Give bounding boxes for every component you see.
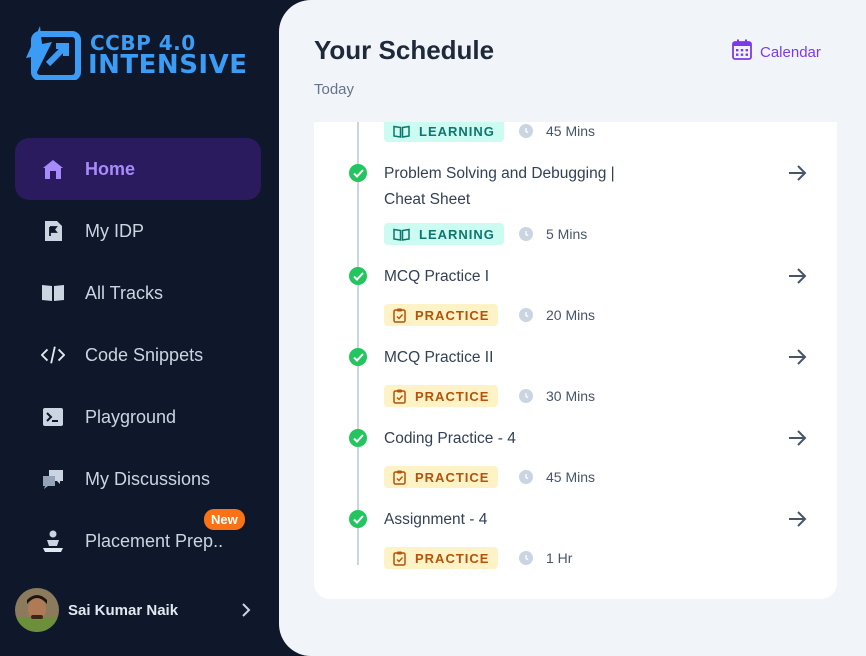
avatar xyxy=(15,588,59,632)
tag-label: PRACTICE xyxy=(415,388,490,404)
clock-icon xyxy=(519,124,533,138)
sidebar-item-home[interactable]: Home xyxy=(15,138,261,200)
tag-label: PRACTICE xyxy=(415,307,490,323)
tag-learning: LEARNING xyxy=(384,122,504,142)
clipboard-icon xyxy=(393,551,406,566)
page-subtitle: Today xyxy=(314,81,355,98)
check-circle-icon xyxy=(349,510,367,528)
clock-icon xyxy=(519,551,533,565)
sidebar-item-code-snippets[interactable]: Code Snippets xyxy=(15,324,261,386)
book-open-icon xyxy=(393,125,410,138)
book-open-icon xyxy=(41,281,65,305)
tag-practice: PRACTICE xyxy=(384,466,499,488)
duration: 5 Mins xyxy=(519,226,587,242)
tag-practice: PRACTICE xyxy=(384,304,499,326)
duration-label: 5 Mins xyxy=(546,226,588,242)
sidebar-item-playground[interactable]: Playground xyxy=(15,386,261,448)
clock-icon xyxy=(519,308,533,322)
duration: 45 Mins xyxy=(519,123,595,139)
tag-label: LEARNING xyxy=(419,226,495,242)
page-title: Your Schedule xyxy=(314,35,495,65)
clipboard-icon xyxy=(393,308,406,323)
user-name: Sai Kumar Naik xyxy=(68,601,179,619)
schedule-item-title[interactable]: MCQ Practice II xyxy=(384,345,644,371)
sidebar-nav: Home My IDP All Tracks Code Snippets Pla… xyxy=(15,138,261,572)
sidebar-item-label: My Discussions xyxy=(85,468,211,489)
clock-icon xyxy=(519,389,533,403)
schedule-item-title[interactable]: Assignment - 4 xyxy=(384,507,644,533)
tag-practice: PRACTICE xyxy=(384,547,499,569)
calendar-link[interactable]: Calendar xyxy=(731,39,821,66)
terminal-icon xyxy=(41,405,65,429)
chevron-right-icon[interactable] xyxy=(235,600,255,620)
duration-label: 30 Mins xyxy=(546,388,596,404)
flag-document-icon xyxy=(41,219,65,243)
arrow-right-icon[interactable] xyxy=(786,508,808,530)
arrow-right-icon[interactable] xyxy=(786,162,808,184)
duration-label: 1 Hr xyxy=(546,550,573,566)
calendar-icon xyxy=(731,39,753,66)
sidebar-item-my-discussions[interactable]: My Discussions xyxy=(15,448,261,510)
tag-practice: PRACTICE xyxy=(384,385,499,407)
chat-icon xyxy=(41,467,65,491)
arrow-right-icon[interactable] xyxy=(786,427,808,449)
sidebar-item-label: All Tracks xyxy=(85,282,164,303)
duration-label: 45 Mins xyxy=(546,123,596,139)
check-circle-icon xyxy=(349,348,367,366)
sidebar-item-label: Home xyxy=(85,158,136,179)
new-badge: New xyxy=(204,509,245,530)
clock-icon xyxy=(519,470,533,484)
sidebar: CCBP 4.0 INTENSIVE Home My IDP All Track… xyxy=(0,0,300,656)
user-profile[interactable]: Sai Kumar Naik xyxy=(15,587,261,633)
schedule-card: LEARNING 45 Mins Problem Solving and Deb… xyxy=(314,122,837,599)
arrow-right-icon[interactable] xyxy=(786,265,808,287)
duration-label: 45 Mins xyxy=(546,469,596,485)
logo-mark-icon xyxy=(26,26,81,80)
tag-learning: LEARNING xyxy=(384,223,504,245)
ccbp-logo[interactable]: CCBP 4.0 INTENSIVE xyxy=(22,22,262,82)
duration: 20 Mins xyxy=(519,307,595,323)
logo-line-2: INTENSIVE xyxy=(88,50,248,80)
sidebar-item-label: Playground xyxy=(85,406,177,427)
check-circle-icon xyxy=(349,164,367,182)
tag-label: LEARNING xyxy=(419,123,495,139)
code-icon xyxy=(41,343,65,367)
duration: 1 Hr xyxy=(519,550,572,566)
check-circle-icon xyxy=(349,267,367,285)
calendar-label: Calendar xyxy=(760,44,821,61)
clipboard-icon xyxy=(393,389,406,404)
schedule-item-title[interactable]: Problem Solving and Debugging | Cheat Sh… xyxy=(384,161,644,213)
sidebar-item-label: My IDP xyxy=(85,220,145,241)
duration: 45 Mins xyxy=(519,469,595,485)
arrow-right-icon[interactable] xyxy=(786,346,808,368)
main-content: Your Schedule Today Calendar LEARNING 45… xyxy=(279,0,866,656)
sidebar-item-all-tracks[interactable]: All Tracks xyxy=(15,262,261,324)
schedule-item-title[interactable]: MCQ Practice I xyxy=(384,264,644,290)
check-circle-icon xyxy=(349,429,367,447)
home-icon xyxy=(41,157,65,181)
sidebar-item-label: Code Snippets xyxy=(85,344,204,365)
clock-icon xyxy=(519,227,533,241)
sidebar-item-my-idp[interactable]: My IDP xyxy=(15,200,261,262)
duration-label: 20 Mins xyxy=(546,307,596,323)
schedule-item-title[interactable]: Coding Practice - 4 xyxy=(384,426,644,452)
tag-label: PRACTICE xyxy=(415,469,490,485)
timeline-line xyxy=(357,122,359,565)
tag-label: PRACTICE xyxy=(415,550,490,566)
person-laptop-icon xyxy=(41,529,65,553)
book-open-icon xyxy=(393,228,410,241)
sidebar-item-placement-prep[interactable]: Placement Prep.. New xyxy=(15,509,261,572)
sidebar-item-label: Placement Prep.. xyxy=(85,530,224,551)
duration: 30 Mins xyxy=(519,388,595,404)
clipboard-icon xyxy=(393,470,406,485)
